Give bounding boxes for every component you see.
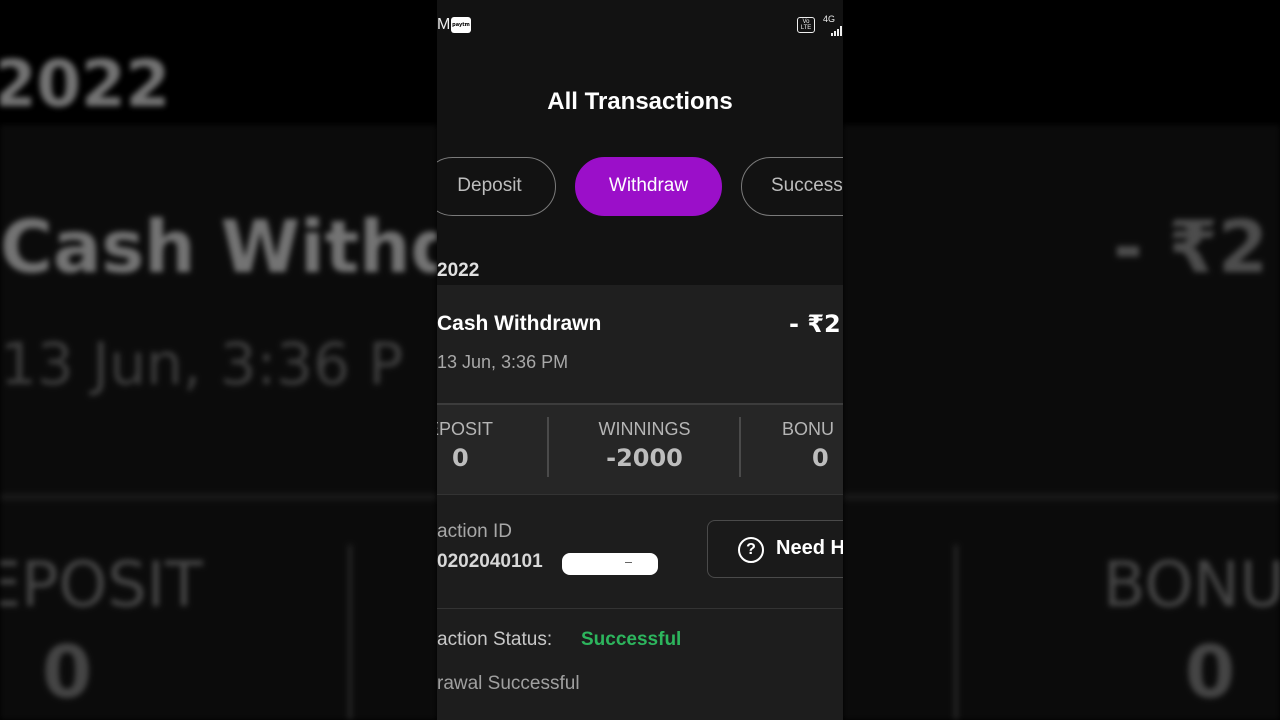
transaction-title: Cash Withdrawn [437, 312, 602, 335]
redaction-mark [562, 553, 658, 575]
signal-icon [831, 26, 843, 36]
network-type-label: 4G [822, 14, 835, 24]
bg-card-band [0, 125, 437, 495]
bg-year: 2022 [0, 48, 171, 122]
breakdown-deposit-label: EPOSIT [437, 419, 494, 439]
transaction-id-label: action ID [437, 521, 512, 542]
breakdown-divider [739, 417, 741, 477]
balance-breakdown: EPOSIT 0 WINNINGS -2000 BONU 0 [437, 403, 843, 495]
volte-icon: Vo LTE [797, 17, 815, 33]
tab-deposit[interactable]: Deposit [437, 157, 556, 216]
bg-amount: - ₹2 [1113, 205, 1269, 289]
status-bar-text: M [437, 16, 451, 33]
need-help-button[interactable]: ? Need H [707, 520, 843, 578]
transaction-summary: Cash Withdrawn - ₹2 13 Jun, 3:36 PM [437, 285, 843, 403]
bg-column-divider [954, 545, 958, 720]
transaction-id-value: 0202040101 [437, 551, 543, 572]
paytm-notification-icon: paytm [451, 17, 471, 33]
tab-withdraw[interactable]: Withdraw [575, 157, 722, 216]
breakdown-bonus-value: 0 [812, 444, 829, 472]
divider [437, 608, 843, 609]
bg-bonus-label: BONU [1103, 548, 1280, 621]
page-title: All Transactions [547, 88, 733, 115]
transaction-status-value: Successful [581, 629, 682, 650]
redaction-mark-dash [625, 562, 632, 563]
transaction-card[interactable]: Cash Withdrawn - ₹2 13 Jun, 3:36 PM EPOS… [437, 285, 843, 720]
breakdown-winnings: WINNINGS -2000 [582, 419, 707, 472]
breakdown-divider [547, 417, 549, 477]
transaction-status-message: rawal Successful [437, 673, 580, 694]
bg-date: 13 Jun, 3:36 P [0, 330, 404, 398]
breakdown-deposit: EPOSIT 0 [437, 419, 494, 472]
bg-card-band [843, 125, 1280, 495]
bg-deposit-label: EPOSIT [0, 548, 203, 621]
need-help-label: Need H [776, 537, 843, 559]
transaction-amount: - ₹2 [789, 310, 841, 338]
tab-success[interactable]: Success [741, 157, 843, 216]
breakdown-bonus-label: BONU [782, 419, 835, 439]
breakdown-deposit-value: 0 [452, 444, 469, 472]
bg-bonus-value: 0 [1185, 630, 1236, 714]
bg-deposit-value: 0 [42, 630, 93, 714]
breakdown-winnings-value: -2000 [606, 444, 683, 472]
help-icon: ? [738, 537, 764, 563]
bg-title: Cash Withdr [0, 205, 437, 289]
section-year-header: 2022 [437, 260, 480, 281]
transaction-date: 13 Jun, 3:36 PM [437, 352, 569, 372]
transaction-status-label: action Status: [437, 629, 553, 650]
blurred-background-left: 2022 Cash Withdr 13 Jun, 3:36 P EPOSIT 0 [0, 0, 437, 720]
blurred-background-right: - ₹2 BONU 0 [843, 0, 1280, 720]
breakdown-bonus: BONU 0 [782, 419, 843, 472]
bg-column-divider [348, 545, 352, 720]
phone-screen: M paytm Vo LTE 4G All Transactions Depos… [437, 0, 843, 720]
status-bar: M paytm Vo LTE 4G [437, 14, 843, 38]
breakdown-winnings-label: WINNINGS [598, 419, 691, 439]
